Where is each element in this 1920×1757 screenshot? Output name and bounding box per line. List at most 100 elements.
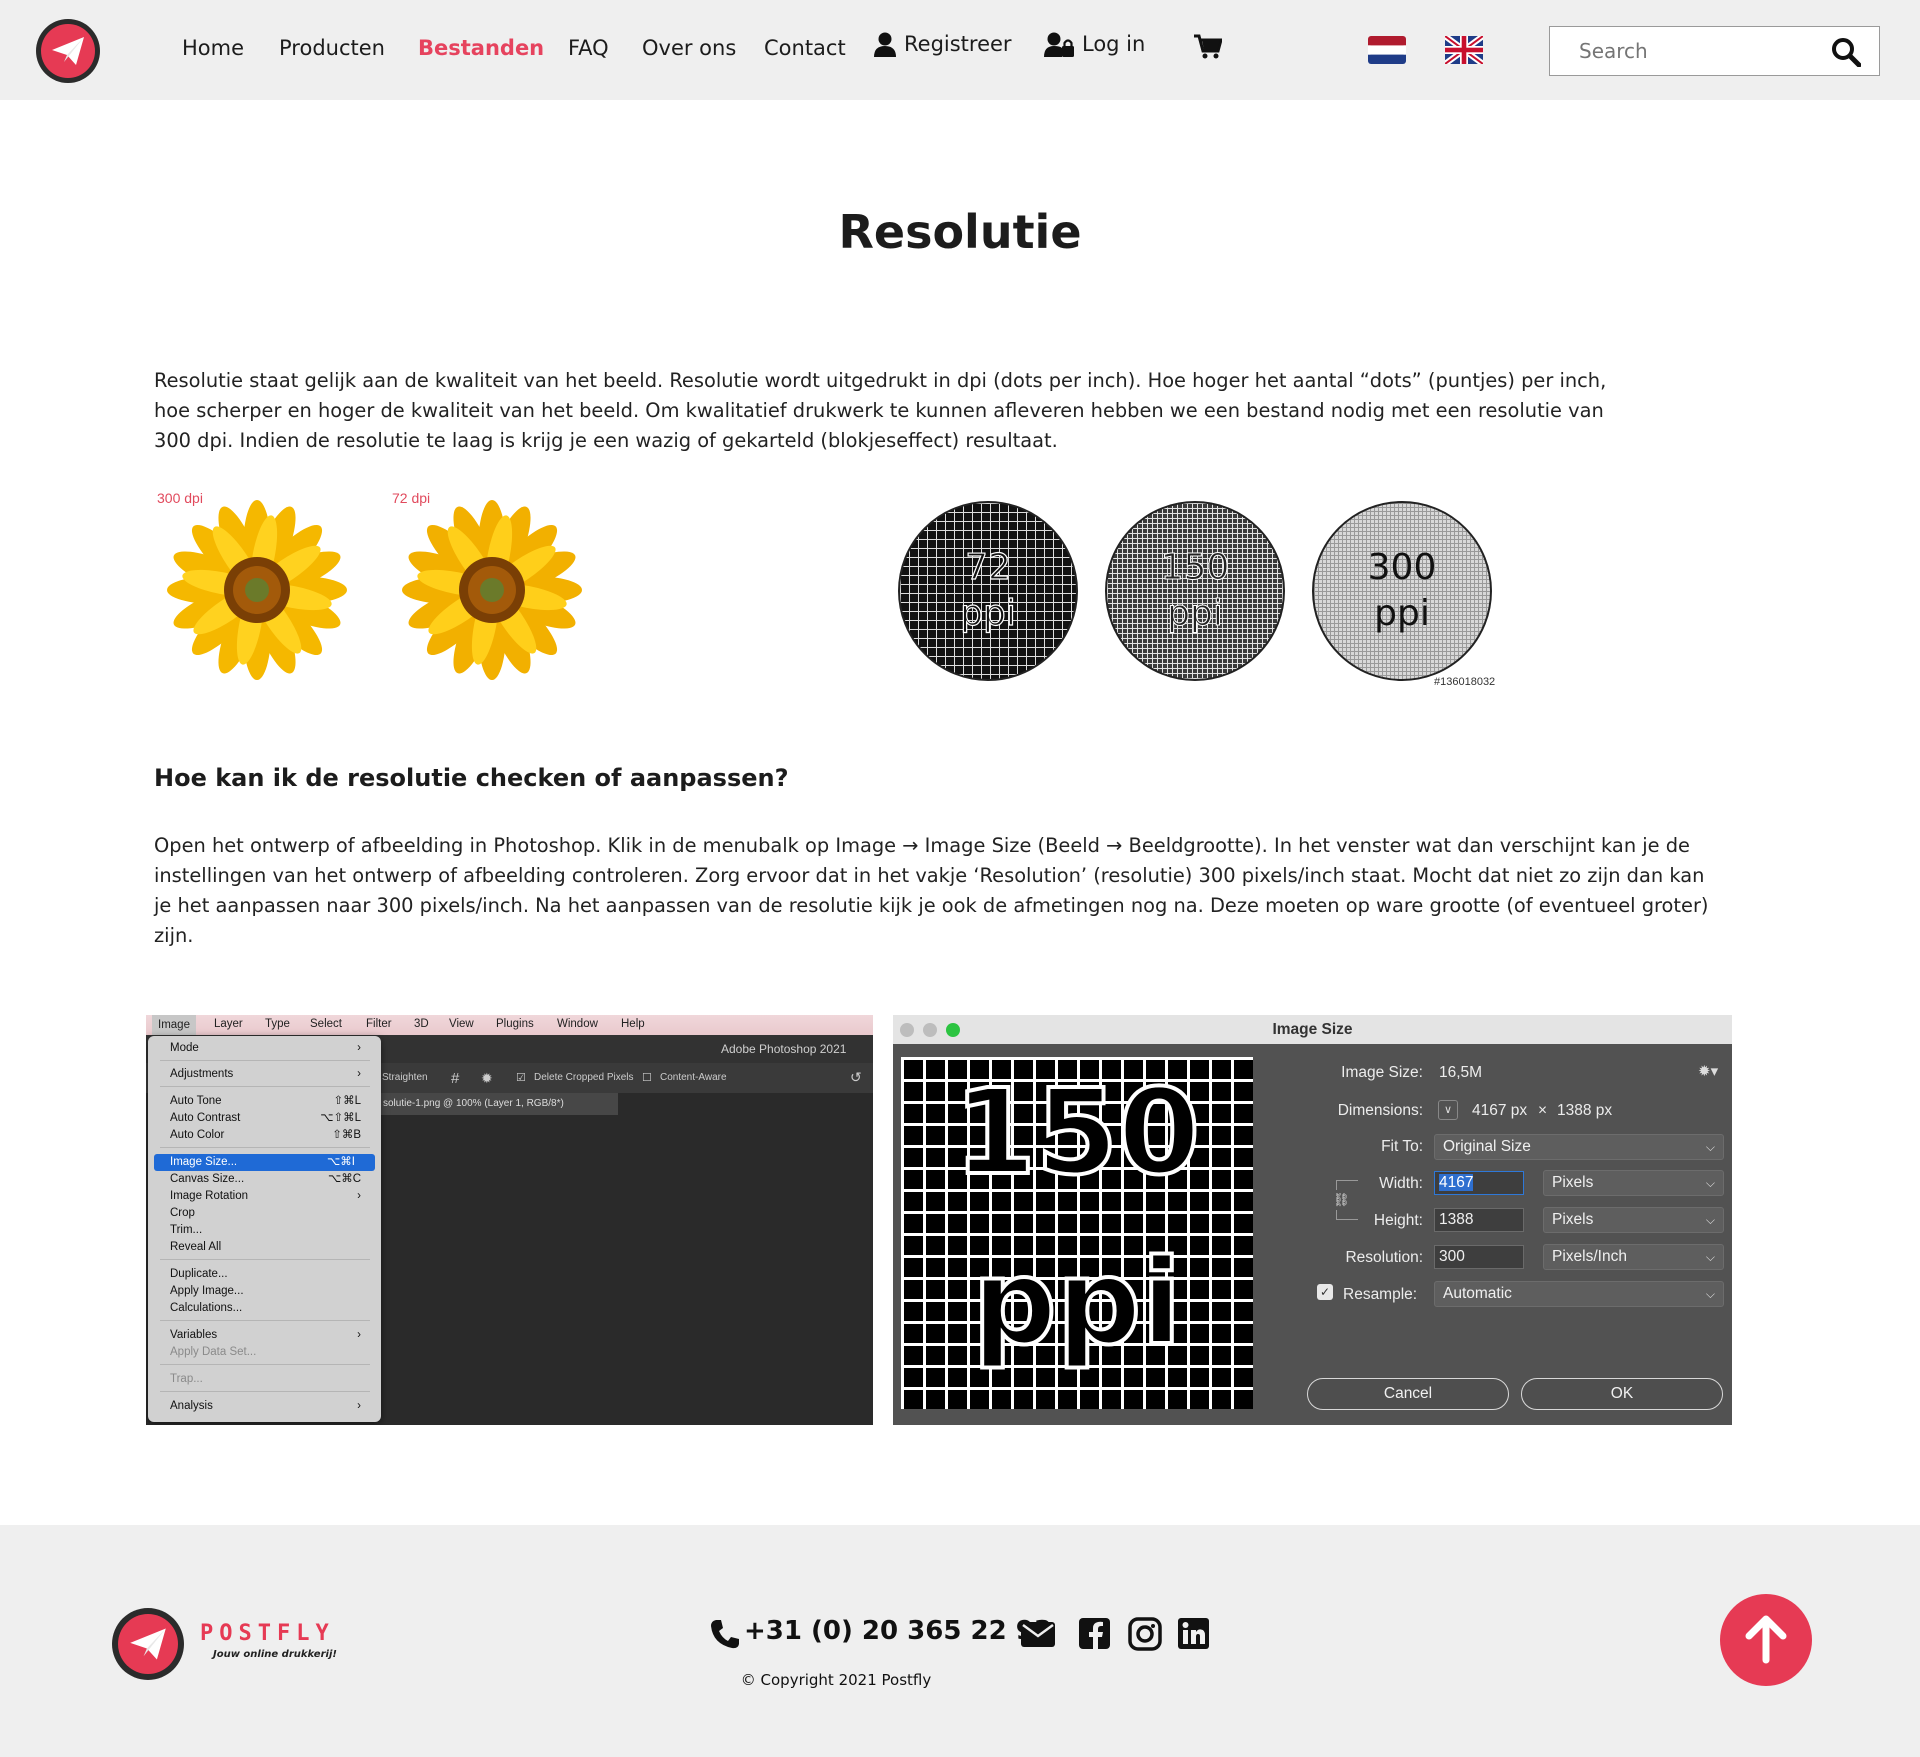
isz-image-size-label: Image Size: [1341,1064,1423,1081]
isz-width-label: Width: [1379,1175,1423,1192]
paper-plane-icon [130,1628,166,1660]
nl-flag-icon[interactable] [1368,36,1406,64]
ps-mi-analysis: Analysis › [170,1400,361,1412]
facebook-icon[interactable] [1077,1617,1113,1651]
search-box [1549,26,1880,76]
isz-preview-image: 150 ppi [901,1057,1253,1409]
reset-icon: ↺ [850,1069,862,1085]
sunflower-72dpi-image [402,500,582,680]
chain-link-icon[interactable]: ⛓ [1333,1190,1350,1210]
footer-tagline: Jouw online drukkerij! [213,1649,337,1660]
isz-preview-unit: ppi [970,1231,1183,1373]
nav-home[interactable]: Home [182,36,244,60]
isz-resample-select[interactable]: Automatic ⌵ [1434,1281,1724,1307]
ps-mi-variables: Variables › [170,1329,361,1341]
isz-fit-to-label: Fit To: [1381,1138,1423,1155]
ppi-circle-150: 150 ppi [1105,501,1285,681]
nav-contact[interactable]: Contact [764,36,846,60]
isz-resample-label: Resample: [1343,1286,1418,1303]
isz-preview-number: 150 [952,1063,1202,1201]
instagram-icon[interactable] [1127,1617,1163,1651]
mail-icon[interactable] [1020,1617,1056,1651]
nav-faq[interactable]: FAQ [568,36,609,60]
ps-mi-auto-tone: Auto Tone ⇧⌘L [170,1095,361,1107]
isz-resolution-label: Resolution: [1345,1249,1423,1266]
ps-app-title: Adobe Photoshop 2021 [721,1042,847,1056]
isz-fit-to-select[interactable]: Original Size ⌵ [1434,1134,1724,1160]
isz-width-unit-select[interactable]: Pixels ⌵ [1543,1170,1724,1196]
back-to-top-button[interactable] [1720,1594,1812,1686]
nav-producten[interactable]: Producten [279,36,385,60]
ppi-circle-150-number: 150 [1160,547,1230,589]
ppi-circle-300-unit: ppi [1374,593,1430,634]
footer-phone[interactable]: +31 (0) 20 365 22 93 [744,1616,1052,1646]
section-heading: Hoe kan ik de resolutie checken of aanpa… [154,764,789,792]
nav-registreer[interactable]: Registreer [874,32,1012,58]
isz-resample-checkbox[interactable]: ✓ [1317,1284,1333,1300]
isz-width-input[interactable]: 4167 [1434,1171,1524,1195]
ps-mi-calculations: Calculations... [170,1302,243,1314]
ps-option-straighten: Straighten [382,1072,428,1083]
site-footer: POSTFLY Jouw online drukkerij! +31 (0) 2… [0,1525,1920,1757]
ppi-comparison-image: 72 ppi 150 ppi 300 ppi [895,498,1515,693]
isz-resolution-unit-select[interactable]: Pixels/Inch ⌵ [1543,1244,1724,1270]
user-lock-icon [1044,32,1074,57]
isz-height-input[interactable]: 1388 [1434,1208,1524,1232]
isz-height-label: Height: [1373,1212,1423,1229]
uk-flag-icon[interactable] [1445,36,1483,64]
cart-button[interactable] [1194,34,1223,65]
isz-ok-button[interactable]: OK [1521,1378,1723,1410]
checkbox-checked-icon: ☑ [516,1072,526,1084]
ps-menu-select: Select [310,1018,342,1030]
isz-dimensions-label: Dimensions: [1337,1102,1423,1119]
sunflower-300dpi-image [167,500,347,680]
page-title: Resolutie [838,205,1082,259]
isz-height-unit-select[interactable]: Pixels ⌵ [1543,1207,1724,1233]
ps-mi-reveal-all: Reveal All [170,1241,222,1253]
ps-mi-image-size: Image Size... ⌥⌘I [154,1154,375,1171]
nav-registreer-label: Registreer [904,32,1012,56]
linkedin-icon[interactable] [1176,1617,1212,1651]
isz-cancel-button[interactable]: Cancel [1307,1378,1509,1410]
isz-image-size-value: 16,5M [1439,1064,1483,1081]
nav-log-in[interactable]: Log in [1044,32,1145,58]
ps-option-content-aware: Content-Aware [660,1072,727,1083]
ps-menu-image: Image [152,1015,196,1035]
postfly-logo[interactable] [36,19,100,83]
window-close-dot [900,1023,914,1037]
ps-mi-image-rotation: Image Rotation › [170,1190,361,1202]
isz-dimensions-dropdown[interactable]: ∨ [1438,1100,1458,1120]
nav-bestanden[interactable]: Bestanden [418,36,544,60]
grid-icon: # [451,1070,460,1087]
cart-icon [1194,34,1223,59]
ps-mi-canvas-size: Canvas Size... ⌥⌘C [170,1173,361,1185]
isz-settings-gear-icon[interactable]: ✹▾ [1698,1062,1718,1080]
arrow-up-icon [1745,1615,1787,1664]
ps-menubar: Image Layer Type Select Filter 3D View P… [146,1015,873,1035]
footer-logo[interactable] [112,1608,184,1680]
ps-mi-crop: Crop [170,1207,195,1219]
ppi-circle-300-number: 300 [1367,547,1437,588]
nav-over-ons[interactable]: Over ons [642,36,736,60]
ps-image-menu: Mode › Adjustments › Auto Tone ⇧⌘L Auto Con… [148,1036,381,1422]
ps-mi-trap: Trap... [170,1373,203,1385]
ppi-circle-300: 300 ppi [1312,501,1492,681]
image-size-dialog-screenshot: Image Size 150 ppi Image Size: 16,5M ✹▾ … [893,1015,1732,1425]
isz-resolution-input[interactable]: 300 [1434,1245,1524,1269]
ppi-circle-72: 72 ppi [898,501,1078,681]
ps-menu-layer: Layer [214,1018,243,1030]
paper-plane-icon [52,37,84,65]
footer-brand-name: POSTFLY [200,1621,335,1646]
photoshop-menu-screenshot: Image Layer Type Select Filter 3D View P… [146,1015,873,1425]
user-icon [874,32,896,57]
ps-menu-view: View [449,1018,474,1030]
ps-menu-window: Window [557,1018,598,1030]
isz-dimensions-width: 4167 px [1472,1102,1528,1119]
search-input[interactable] [1551,28,1821,74]
ps-menu-3d: 3D [414,1018,429,1030]
ps-mi-auto-contrast: Auto Contrast ⌥⇧⌘L [170,1112,361,1124]
ps-mi-apply-image: Apply Image... [170,1285,244,1297]
search-icon[interactable] [1831,37,1861,67]
gear-icon: ✹ [481,1070,493,1086]
intro-paragraph: Resolutie staat gelijk aan de kwaliteit … [154,369,1607,452]
